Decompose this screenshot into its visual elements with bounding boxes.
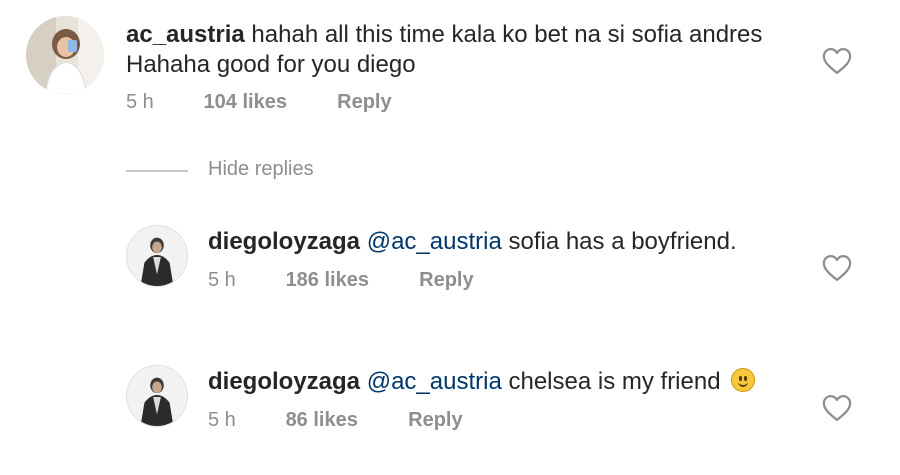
avatar-ac-austria[interactable] [26,16,104,94]
reply-username[interactable]: diegoloyzaga [208,228,360,255]
reply-mention-link[interactable]: @ac_austria [367,228,502,255]
reply-body: sofia has a boyfriend. [508,228,737,255]
reply-meta: 5 h 86 likes Reply [208,409,463,432]
avatar-photo-icon [127,226,187,286]
reply-reply-button[interactable]: Reply [408,409,462,432]
reply-likes-count[interactable]: 86 likes [286,409,403,432]
comment-text: ac_austria hahah all this time kala ko b… [126,20,762,80]
reply-meta: 5 h 186 likes Reply [208,269,474,292]
avatar-diegoloyzaga[interactable] [126,225,188,287]
avatar-photo-icon [127,366,187,426]
avatar-photo-icon [26,16,104,94]
comment-username[interactable]: ac_austria [126,21,245,48]
slightly-smiling-face-emoji-icon [731,368,756,392]
hide-replies-label[interactable]: Hide replies [208,158,314,181]
like-heart-icon[interactable] [822,254,852,282]
comment-reply-button[interactable]: Reply [337,91,391,114]
reply-text: diegoloyzaga @ac_austria chelsea is my f… [208,367,756,397]
heart-outline-icon [822,255,852,281]
reply-username[interactable]: diegoloyzaga [208,368,360,395]
reply-reply-button[interactable]: Reply [419,269,473,292]
comment-meta: 5 h 104 likes Reply [126,91,392,114]
reply-body: chelsea is my friend [508,368,721,395]
hide-replies-divider [126,170,188,172]
comment-text-line2: Hahaha good for you diego [126,51,416,78]
avatar-diegoloyzaga[interactable] [126,365,188,427]
reply-text: diegoloyzaga @ac_austria sofia has a boy… [208,227,737,257]
like-heart-icon[interactable] [822,394,852,422]
reply-mention-link[interactable]: @ac_austria [367,368,502,395]
comment-likes-count[interactable]: 104 likes [204,91,332,114]
reply-likes-count[interactable]: 186 likes [286,269,414,292]
heart-outline-icon [822,48,852,74]
comment-timestamp[interactable]: 5 h [126,91,198,114]
heart-outline-icon [822,395,852,421]
comment-text-line1: hahah all this time kala ko bet na si so… [251,21,763,48]
reply-timestamp[interactable]: 5 h [208,269,280,292]
hide-replies-toggle[interactable]: Hide replies [126,158,426,184]
reply-timestamp[interactable]: 5 h [208,409,280,432]
like-heart-icon[interactable] [822,47,852,75]
